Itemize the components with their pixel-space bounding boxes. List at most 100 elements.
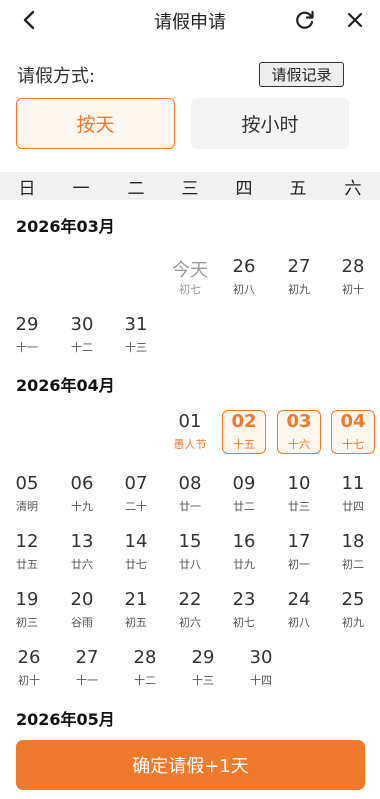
calendar-day[interactable]: 27 十一 — [65, 646, 109, 690]
day-number: 05 — [15, 473, 39, 494]
calendar-day[interactable]: 29 十三 — [181, 646, 225, 690]
lunar-date: 十一 — [76, 674, 98, 687]
day-number: 20 — [70, 589, 94, 610]
calendar-day[interactable]: 18 初二 — [331, 530, 375, 574]
lunar-date: 谷雨 — [71, 616, 93, 629]
by-day-button[interactable]: 按天 — [16, 98, 175, 149]
calendar-day[interactable]: 22 初六 — [168, 588, 212, 632]
calendar-day[interactable]: 09 廿二 — [222, 472, 266, 516]
calendar-day[interactable]: 19 初三 — [5, 588, 49, 632]
day-number: 15 — [178, 531, 202, 552]
confirm-leave-button[interactable]: 确定请假+1天 — [16, 740, 365, 790]
lunar-date: 十二 — [71, 341, 93, 354]
month-title: 2026年04月 — [16, 376, 115, 395]
day-number: 06 — [70, 473, 94, 494]
lunar-date: 廿五 — [16, 558, 38, 571]
day-number: 28 — [133, 647, 157, 668]
day-number: 16 — [232, 531, 256, 552]
day-number: 21 — [124, 589, 148, 610]
calendar-day[interactable]: 10 廿三 — [277, 472, 321, 516]
close-icon[interactable] — [340, 5, 370, 35]
lunar-date: 十九 — [71, 500, 93, 513]
day-number: 23 — [232, 589, 256, 610]
lunar-date: 初九 — [342, 616, 364, 629]
lunar-date: 十二 — [134, 674, 156, 687]
calendar-day-selected[interactable]: 02 十五 — [222, 410, 266, 454]
calendar-day[interactable]: 26 初十 — [7, 646, 51, 690]
calendar-day[interactable]: 12 廿五 — [5, 530, 49, 574]
calendar-day[interactable]: 20 谷雨 — [60, 588, 104, 632]
calendar-day[interactable]: 28 十二 — [123, 646, 167, 690]
calendar-day[interactable]: 31 十三 — [114, 313, 158, 357]
calendar-day[interactable]: 01 愚人节 — [168, 410, 212, 454]
lunar-date: 初五 — [125, 616, 147, 629]
lunar-date: 十三 — [125, 341, 147, 354]
day-number: 28 — [341, 256, 365, 277]
calendar-day[interactable]: 16 廿九 — [222, 530, 266, 574]
calendar-day[interactable]: 17 初一 — [277, 530, 321, 574]
day-number: 30 — [70, 314, 94, 335]
day-number: 17 — [287, 531, 311, 552]
weekday-header: 日 一 二 三 四 五 六 — [0, 172, 380, 200]
calendar-day-selected[interactable]: 04 十七 — [331, 410, 375, 454]
lunar-date: 十六 — [288, 438, 310, 451]
leave-record-button[interactable]: 请假记录 — [259, 62, 344, 87]
day-number: 22 — [178, 589, 202, 610]
calendar-day[interactable]: 29 十一 — [5, 313, 49, 357]
calendar-day[interactable]: 27 初九 — [277, 255, 321, 299]
calendar-day[interactable]: 24 初八 — [277, 588, 321, 632]
day-number: 29 — [15, 314, 39, 335]
calendar-day-selected[interactable]: 03 十六 — [277, 410, 321, 454]
top-bar: 请假申请 — [0, 0, 380, 40]
lunar-date: 十七 — [342, 438, 364, 451]
lunar-date: 廿二 — [233, 500, 255, 513]
day-number: 19 — [15, 589, 39, 610]
calendar-day[interactable]: 23 初七 — [222, 588, 266, 632]
calendar-day[interactable]: 05 清明 — [5, 472, 49, 516]
lunar-date: 初八 — [233, 283, 255, 296]
day-number: 30 — [249, 647, 273, 668]
day-number: 04 — [340, 411, 366, 432]
lunar-date: 十四 — [250, 674, 272, 687]
calendar-day[interactable]: 14 廿七 — [114, 530, 158, 574]
lunar-date: 初二 — [342, 558, 364, 571]
lunar-date: 清明 — [16, 500, 38, 513]
lunar-date: 初十 — [342, 283, 364, 296]
by-hour-button[interactable]: 按小时 — [191, 98, 349, 149]
day-number: 26 — [17, 647, 41, 668]
leave-method-label: 请假方式: — [17, 66, 96, 87]
calendar-day[interactable]: 08 廿一 — [168, 472, 212, 516]
calendar-day[interactable]: 07 二十 — [114, 472, 158, 516]
lunar-date: 廿三 — [288, 500, 310, 513]
calendar-day[interactable]: 28 初十 — [331, 255, 375, 299]
calendar-day-today[interactable]: 今天 初七 — [168, 255, 212, 299]
day-number: 10 — [287, 473, 311, 494]
day-number: 25 — [341, 589, 365, 610]
day-number: 13 — [70, 531, 94, 552]
day-number: 18 — [341, 531, 365, 552]
calendar-day[interactable]: 15 廿八 — [168, 530, 212, 574]
day-number: 03 — [286, 411, 312, 432]
page-title: 请假申请 — [154, 12, 226, 33]
day-number: 12 — [15, 531, 39, 552]
day-number: 29 — [191, 647, 215, 668]
day-number: 07 — [124, 473, 148, 494]
calendar-day[interactable]: 11 廿四 — [331, 472, 375, 516]
calendar-day[interactable]: 06 十九 — [60, 472, 104, 516]
lunar-date: 十五 — [233, 438, 255, 451]
day-number: 08 — [178, 473, 202, 494]
calendar-day[interactable]: 26 初八 — [222, 255, 266, 299]
calendar-day[interactable]: 30 十二 — [60, 313, 104, 357]
calendar-day[interactable]: 13 廿六 — [60, 530, 104, 574]
lunar-date: 廿六 — [71, 558, 93, 571]
day-number: 09 — [232, 473, 256, 494]
lunar-date: 廿四 — [342, 500, 364, 513]
calendar-day[interactable]: 21 初五 — [114, 588, 158, 632]
weekday-mon: 一 — [72, 178, 90, 199]
calendar-day[interactable]: 25 初九 — [331, 588, 375, 632]
calendar-day[interactable]: 30 十四 — [239, 646, 283, 690]
refresh-icon[interactable] — [290, 5, 320, 35]
month-title: 2026年05月 — [16, 710, 115, 729]
lunar-date: 初七 — [233, 616, 255, 629]
lunar-date: 初十 — [18, 674, 40, 687]
